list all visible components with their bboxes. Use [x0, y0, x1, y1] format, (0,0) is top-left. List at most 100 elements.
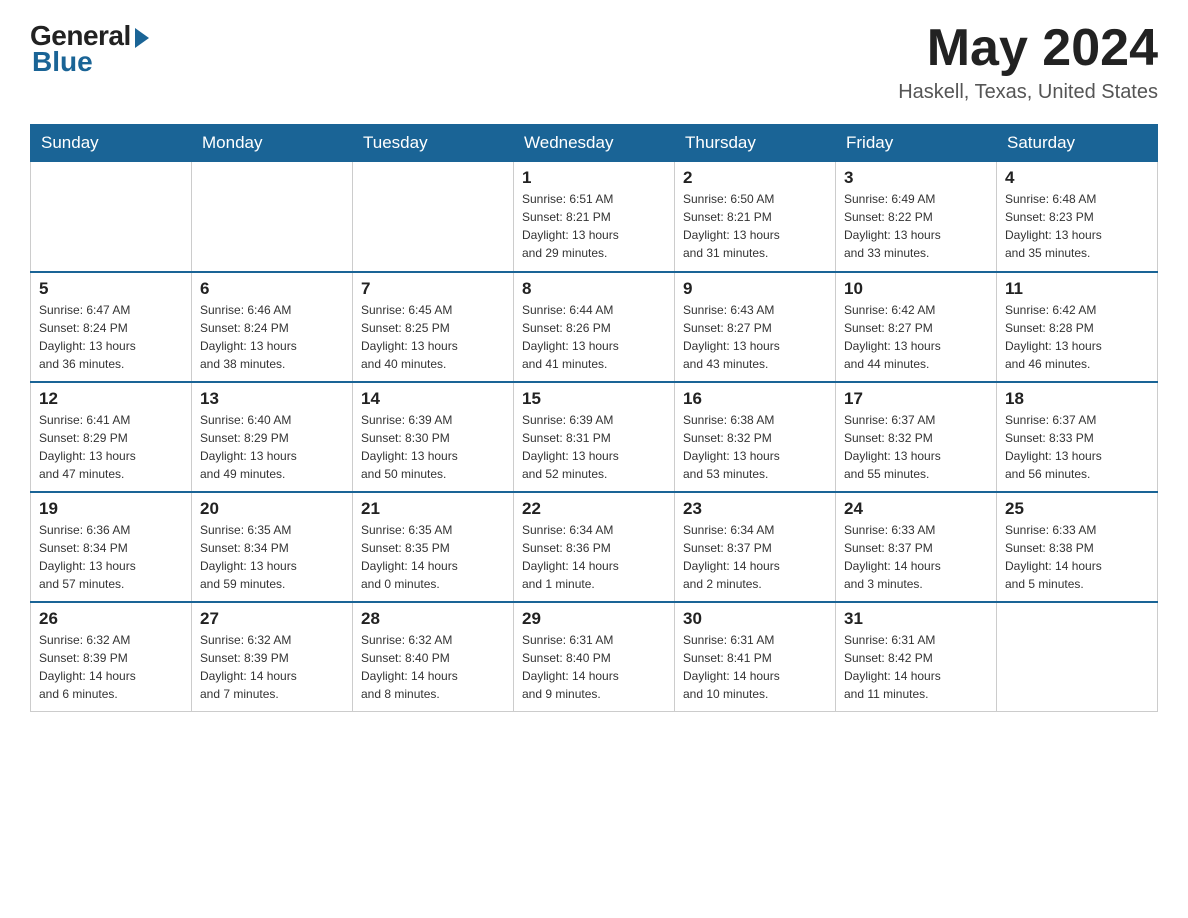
calendar-cell: 28Sunrise: 6:32 AM Sunset: 8:40 PM Dayli… [353, 602, 514, 712]
calendar-cell: 30Sunrise: 6:31 AM Sunset: 8:41 PM Dayli… [675, 602, 836, 712]
day-number: 20 [200, 499, 344, 519]
day-number: 17 [844, 389, 988, 409]
day-info-text: Sunrise: 6:51 AM Sunset: 8:21 PM Dayligh… [522, 190, 666, 262]
day-info-text: Sunrise: 6:39 AM Sunset: 8:30 PM Dayligh… [361, 411, 505, 483]
month-year-title: May 2024 [898, 20, 1158, 77]
calendar-cell: 23Sunrise: 6:34 AM Sunset: 8:37 PM Dayli… [675, 492, 836, 602]
calendar-cell: 12Sunrise: 6:41 AM Sunset: 8:29 PM Dayli… [31, 382, 192, 492]
day-info-text: Sunrise: 6:40 AM Sunset: 8:29 PM Dayligh… [200, 411, 344, 483]
day-number: 8 [522, 279, 666, 299]
header-right: May 2024 Haskell, Texas, United States [898, 20, 1158, 104]
day-number: 22 [522, 499, 666, 519]
day-number: 10 [844, 279, 988, 299]
day-info-text: Sunrise: 6:33 AM Sunset: 8:37 PM Dayligh… [844, 521, 988, 593]
day-number: 26 [39, 609, 183, 629]
calendar-cell: 6Sunrise: 6:46 AM Sunset: 8:24 PM Daylig… [192, 272, 353, 382]
day-info-text: Sunrise: 6:31 AM Sunset: 8:41 PM Dayligh… [683, 631, 827, 703]
calendar-cell [192, 162, 353, 272]
calendar-cell: 24Sunrise: 6:33 AM Sunset: 8:37 PM Dayli… [836, 492, 997, 602]
calendar-cell: 27Sunrise: 6:32 AM Sunset: 8:39 PM Dayli… [192, 602, 353, 712]
calendar-cell [31, 162, 192, 272]
col-monday: Monday [192, 125, 353, 162]
week-row-1: 1Sunrise: 6:51 AM Sunset: 8:21 PM Daylig… [31, 162, 1158, 272]
day-info-text: Sunrise: 6:44 AM Sunset: 8:26 PM Dayligh… [522, 301, 666, 373]
day-number: 9 [683, 279, 827, 299]
calendar-cell: 22Sunrise: 6:34 AM Sunset: 8:36 PM Dayli… [514, 492, 675, 602]
day-info-text: Sunrise: 6:41 AM Sunset: 8:29 PM Dayligh… [39, 411, 183, 483]
day-info-text: Sunrise: 6:42 AM Sunset: 8:27 PM Dayligh… [844, 301, 988, 373]
day-info-text: Sunrise: 6:49 AM Sunset: 8:22 PM Dayligh… [844, 190, 988, 262]
calendar-cell: 5Sunrise: 6:47 AM Sunset: 8:24 PM Daylig… [31, 272, 192, 382]
day-info-text: Sunrise: 6:35 AM Sunset: 8:34 PM Dayligh… [200, 521, 344, 593]
calendar-cell: 19Sunrise: 6:36 AM Sunset: 8:34 PM Dayli… [31, 492, 192, 602]
week-row-2: 5Sunrise: 6:47 AM Sunset: 8:24 PM Daylig… [31, 272, 1158, 382]
day-info-text: Sunrise: 6:48 AM Sunset: 8:23 PM Dayligh… [1005, 190, 1149, 262]
page-header: General Blue May 2024 Haskell, Texas, Un… [30, 20, 1158, 104]
calendar-cell: 16Sunrise: 6:38 AM Sunset: 8:32 PM Dayli… [675, 382, 836, 492]
day-info-text: Sunrise: 6:33 AM Sunset: 8:38 PM Dayligh… [1005, 521, 1149, 593]
day-number: 21 [361, 499, 505, 519]
day-number: 15 [522, 389, 666, 409]
calendar-cell: 26Sunrise: 6:32 AM Sunset: 8:39 PM Dayli… [31, 602, 192, 712]
day-info-text: Sunrise: 6:34 AM Sunset: 8:37 PM Dayligh… [683, 521, 827, 593]
calendar-cell: 15Sunrise: 6:39 AM Sunset: 8:31 PM Dayli… [514, 382, 675, 492]
day-number: 18 [1005, 389, 1149, 409]
day-info-text: Sunrise: 6:37 AM Sunset: 8:32 PM Dayligh… [844, 411, 988, 483]
calendar-cell: 14Sunrise: 6:39 AM Sunset: 8:30 PM Dayli… [353, 382, 514, 492]
calendar-cell [353, 162, 514, 272]
day-number: 14 [361, 389, 505, 409]
day-number: 16 [683, 389, 827, 409]
col-saturday: Saturday [997, 125, 1158, 162]
calendar-cell: 29Sunrise: 6:31 AM Sunset: 8:40 PM Dayli… [514, 602, 675, 712]
day-info-text: Sunrise: 6:42 AM Sunset: 8:28 PM Dayligh… [1005, 301, 1149, 373]
day-info-text: Sunrise: 6:34 AM Sunset: 8:36 PM Dayligh… [522, 521, 666, 593]
calendar-cell: 2Sunrise: 6:50 AM Sunset: 8:21 PM Daylig… [675, 162, 836, 272]
day-info-text: Sunrise: 6:37 AM Sunset: 8:33 PM Dayligh… [1005, 411, 1149, 483]
day-number: 28 [361, 609, 505, 629]
week-row-4: 19Sunrise: 6:36 AM Sunset: 8:34 PM Dayli… [31, 492, 1158, 602]
day-number: 19 [39, 499, 183, 519]
calendar-cell: 31Sunrise: 6:31 AM Sunset: 8:42 PM Dayli… [836, 602, 997, 712]
calendar-cell: 3Sunrise: 6:49 AM Sunset: 8:22 PM Daylig… [836, 162, 997, 272]
calendar-cell: 7Sunrise: 6:45 AM Sunset: 8:25 PM Daylig… [353, 272, 514, 382]
calendar-cell: 18Sunrise: 6:37 AM Sunset: 8:33 PM Dayli… [997, 382, 1158, 492]
day-number: 31 [844, 609, 988, 629]
col-tuesday: Tuesday [353, 125, 514, 162]
calendar-cell: 13Sunrise: 6:40 AM Sunset: 8:29 PM Dayli… [192, 382, 353, 492]
day-number: 3 [844, 168, 988, 188]
day-number: 27 [200, 609, 344, 629]
day-number: 6 [200, 279, 344, 299]
day-number: 11 [1005, 279, 1149, 299]
day-info-text: Sunrise: 6:31 AM Sunset: 8:42 PM Dayligh… [844, 631, 988, 703]
day-info-text: Sunrise: 6:35 AM Sunset: 8:35 PM Dayligh… [361, 521, 505, 593]
calendar-cell: 1Sunrise: 6:51 AM Sunset: 8:21 PM Daylig… [514, 162, 675, 272]
day-info-text: Sunrise: 6:38 AM Sunset: 8:32 PM Dayligh… [683, 411, 827, 483]
location-label: Haskell, Texas, United States [898, 81, 1158, 104]
day-number: 7 [361, 279, 505, 299]
calendar-cell: 11Sunrise: 6:42 AM Sunset: 8:28 PM Dayli… [997, 272, 1158, 382]
day-number: 12 [39, 389, 183, 409]
day-number: 29 [522, 609, 666, 629]
day-info-text: Sunrise: 6:32 AM Sunset: 8:39 PM Dayligh… [39, 631, 183, 703]
day-number: 2 [683, 168, 827, 188]
calendar-cell: 9Sunrise: 6:43 AM Sunset: 8:27 PM Daylig… [675, 272, 836, 382]
day-number: 1 [522, 168, 666, 188]
day-info-text: Sunrise: 6:32 AM Sunset: 8:39 PM Dayligh… [200, 631, 344, 703]
col-sunday: Sunday [31, 125, 192, 162]
day-number: 24 [844, 499, 988, 519]
calendar-cell: 17Sunrise: 6:37 AM Sunset: 8:32 PM Dayli… [836, 382, 997, 492]
calendar-cell [997, 602, 1158, 712]
week-row-5: 26Sunrise: 6:32 AM Sunset: 8:39 PM Dayli… [31, 602, 1158, 712]
day-number: 13 [200, 389, 344, 409]
day-info-text: Sunrise: 6:39 AM Sunset: 8:31 PM Dayligh… [522, 411, 666, 483]
day-info-text: Sunrise: 6:50 AM Sunset: 8:21 PM Dayligh… [683, 190, 827, 262]
day-number: 25 [1005, 499, 1149, 519]
day-number: 4 [1005, 168, 1149, 188]
calendar-cell: 10Sunrise: 6:42 AM Sunset: 8:27 PM Dayli… [836, 272, 997, 382]
day-info-text: Sunrise: 6:36 AM Sunset: 8:34 PM Dayligh… [39, 521, 183, 593]
logo: General Blue [30, 20, 149, 78]
day-info-text: Sunrise: 6:43 AM Sunset: 8:27 PM Dayligh… [683, 301, 827, 373]
week-row-3: 12Sunrise: 6:41 AM Sunset: 8:29 PM Dayli… [31, 382, 1158, 492]
day-info-text: Sunrise: 6:47 AM Sunset: 8:24 PM Dayligh… [39, 301, 183, 373]
day-number: 30 [683, 609, 827, 629]
